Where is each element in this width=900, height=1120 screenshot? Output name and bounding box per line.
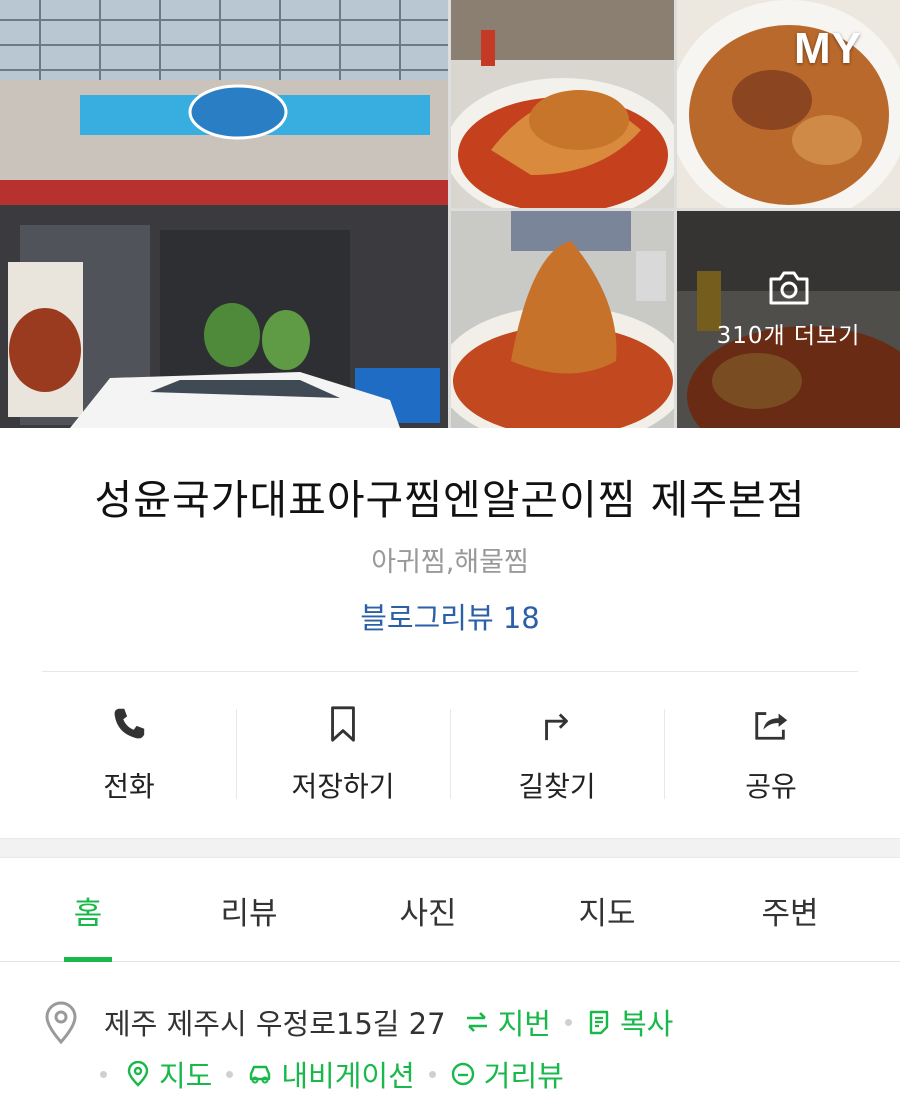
map-pin-icon [127, 1061, 149, 1087]
camera-icon [769, 271, 808, 304]
food-photo-1[interactable] [451, 0, 674, 208]
copy-icon [589, 1010, 609, 1035]
action-bar: 전화 저장하기 길찾기 공유 [22, 705, 878, 805]
streetview-link[interactable]: 거리뷰 [450, 1053, 564, 1095]
tab-nearby[interactable]: 주변 [680, 858, 900, 961]
food-photo-2[interactable] [677, 0, 900, 208]
address-section: 제주 제주시 우정로15길 27 지번 복사 지도 내비게이션 거리뷰 [42, 998, 872, 1102]
tab-bar: 홈 리뷰 사진 지도 주변 [0, 858, 900, 962]
my-badge: MY [794, 24, 862, 73]
directions-label: 길찾기 [518, 770, 596, 803]
divider [42, 671, 858, 672]
bookmark-icon [331, 706, 355, 742]
streetview-icon [451, 1062, 474, 1086]
tab-photos[interactable]: 사진 [322, 858, 534, 961]
share-button[interactable]: 공유 [664, 705, 878, 805]
map-label: 지도 [159, 1059, 213, 1093]
navigation-link[interactable]: 내비게이션 [247, 1053, 415, 1095]
separator-dot [428, 1070, 436, 1078]
phone-icon [114, 708, 145, 739]
section-separator [0, 838, 900, 858]
place-header: 성윤국가대표아구찜엔알곤이찜 제주본점 아귀찜,해물찜 블로그리뷰 18 [0, 428, 900, 637]
copy-label: 복사 [619, 1007, 674, 1041]
streetview-label: 거리뷰 [483, 1059, 564, 1093]
copy-address-button[interactable]: 복사 [586, 1001, 673, 1043]
save-label: 저장하기 [291, 770, 395, 803]
photo-gallery: MY 310개 더보기 [0, 0, 900, 428]
navigation-label: 내비게이션 [281, 1059, 415, 1093]
more-photos-label: 310개 더보기 [716, 322, 861, 349]
blog-review-link[interactable]: 블로그리뷰 18 [360, 595, 540, 637]
storefront-photo[interactable] [0, 0, 448, 428]
jibun-toggle[interactable]: 지번 [464, 1001, 551, 1043]
address-text: 제주 제주시 우정로15길 27 [104, 1007, 446, 1041]
location-pin-icon [45, 1001, 77, 1044]
map-link[interactable]: 지도 [125, 1053, 212, 1095]
more-photos-button[interactable]: 310개 더보기 [677, 211, 900, 428]
tab-map[interactable]: 지도 [534, 858, 680, 961]
share-icon [755, 712, 788, 740]
place-category: 아귀찜,해물찜 [371, 547, 529, 578]
car-icon [250, 1065, 271, 1084]
separator-dot [564, 1018, 572, 1026]
tab-home[interactable]: 홈 [0, 858, 176, 961]
directions-icon [545, 713, 568, 741]
swap-icon [466, 1012, 487, 1032]
jibun-label: 지번 [497, 1007, 551, 1041]
call-button[interactable]: 전화 [22, 705, 236, 805]
place-name: 성윤국가대표아구찜엔알곤이찜 제주본점 [94, 476, 806, 524]
share-label: 공유 [745, 770, 797, 803]
food-photo-3[interactable] [451, 211, 674, 428]
call-label: 전화 [103, 770, 155, 803]
separator-dot [100, 1070, 107, 1078]
save-button[interactable]: 저장하기 [236, 705, 450, 805]
separator-dot [226, 1070, 234, 1078]
directions-button[interactable]: 길찾기 [450, 705, 664, 805]
tab-review[interactable]: 리뷰 [176, 858, 322, 961]
